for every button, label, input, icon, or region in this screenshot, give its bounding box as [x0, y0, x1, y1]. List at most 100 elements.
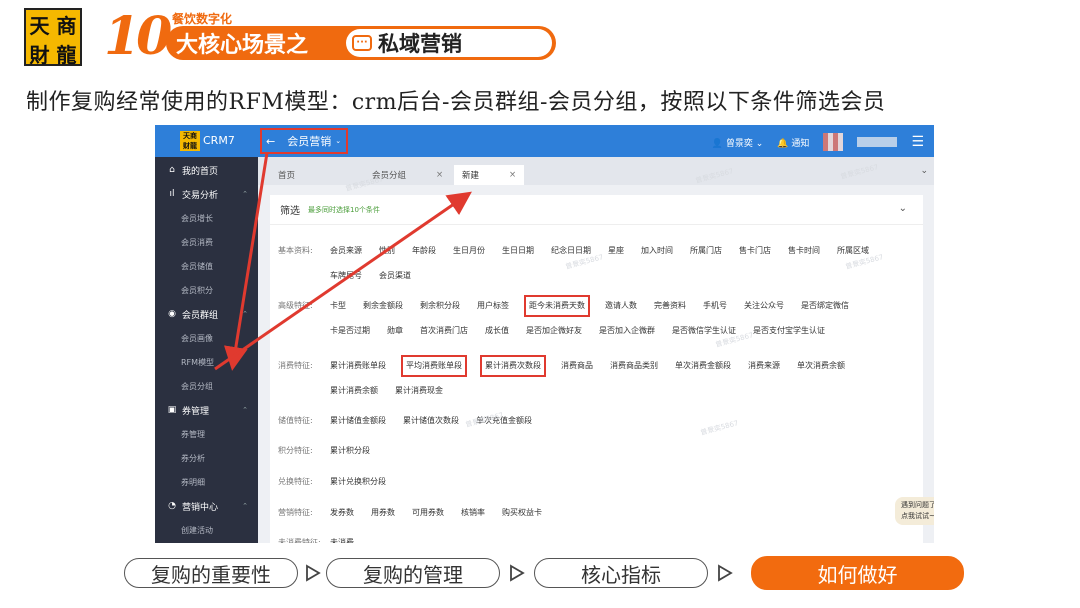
sidebar-item[interactable]: 会员分组 — [155, 374, 258, 398]
close-icon[interactable]: × — [509, 170, 516, 180]
sidebar-item[interactable]: 会员消费 — [155, 230, 258, 254]
filter-option[interactable]: 星座 — [608, 245, 624, 257]
filter-option[interactable]: 所属区域 — [837, 245, 869, 257]
filter-option[interactable]: 累计储值次数段 — [403, 415, 459, 427]
top-nav-member-marketing[interactable]: ← 会员营销 ⌄ — [260, 128, 348, 154]
chevron-down-icon[interactable]: ⌄ — [920, 166, 928, 176]
filter-option[interactable]: 消费商品 — [561, 360, 593, 372]
section-core-metrics[interactable]: 核心指标 — [534, 558, 708, 588]
filter-option[interactable]: 是否加企微好友 — [526, 325, 582, 337]
filter-option[interactable]: 关注公众号 — [744, 300, 784, 312]
filter-option[interactable]: 距今未消费天数 — [524, 295, 590, 317]
filter-option[interactable]: 所属门店 — [690, 245, 722, 257]
filter-option[interactable]: 累计储值金额段 — [330, 415, 386, 427]
filter-option[interactable]: 是否绑定微信 — [801, 300, 849, 312]
avatar[interactable] — [823, 133, 844, 151]
user-menu[interactable]: 👤 曾景奕 ⌄ — [712, 136, 764, 149]
filter-option[interactable]: 剩余金额段 — [363, 300, 403, 312]
menu-icon[interactable]: ☰ — [911, 134, 924, 150]
filter-option[interactable]: 手机号 — [703, 300, 727, 312]
filter-option[interactable]: 未消费 — [330, 537, 354, 543]
filter-option[interactable]: 首次消费门店 — [420, 325, 468, 337]
filter-option[interactable]: 可用券数 — [412, 507, 444, 519]
sidebar-item[interactable]: 券分析 — [155, 446, 258, 470]
filter-option[interactable]: 会员来源 — [330, 245, 362, 257]
filter-option[interactable]: 累计积分段 — [330, 445, 370, 457]
filter-option[interactable]: 完善资料 — [654, 300, 686, 312]
filter-option[interactable]: 是否加入企微群 — [599, 325, 655, 337]
filter-option[interactable]: 累计消费余额 — [330, 385, 378, 397]
sidebar-item[interactable]: 券明细 — [155, 470, 258, 494]
filter-option[interactable]: 纪念日日期 — [551, 245, 591, 257]
filter-option[interactable]: 单次消费金额段 — [675, 360, 731, 372]
filter-group-label: 积分特征: — [278, 446, 313, 455]
filter-option[interactable]: 勋章 — [387, 325, 403, 337]
filter-option[interactable]: 卡型 — [330, 300, 346, 312]
filter-option[interactable]: 性别 — [379, 245, 395, 257]
filter-option[interactable]: 单次消费余额 — [797, 360, 845, 372]
sidebar-item[interactable]: 会员积分 — [155, 278, 258, 302]
filter-option[interactable]: 核销率 — [461, 507, 485, 519]
play-arrow-icon — [306, 564, 321, 582]
filter-option[interactable]: 售卡门店 — [739, 245, 771, 257]
filter-option[interactable]: 是否支付宝学生认证 — [753, 325, 825, 337]
filter-option[interactable]: 年龄段 — [412, 245, 436, 257]
section-how-to[interactable]: 如何做好 — [751, 556, 964, 590]
sidebar-item[interactable]: ▣ 券管理 ⌃ — [155, 398, 258, 422]
filter-option[interactable]: 剩余积分段 — [420, 300, 460, 312]
sidebar-item[interactable]: ◔ 营销中心 ⌃ — [155, 494, 258, 518]
filter-option[interactable]: 消费商品类别 — [610, 360, 658, 372]
filter-option[interactable]: 累计消费账单段 — [330, 360, 386, 372]
tab-home[interactable]: 首页 — [270, 165, 303, 185]
filter-option[interactable]: 生日月份 — [453, 245, 485, 257]
sidebar-item[interactable]: 券管理 — [155, 422, 258, 446]
close-icon[interactable]: × — [436, 170, 443, 180]
back-arrow-icon[interactable]: ← — [266, 135, 275, 148]
sidebar-item[interactable]: ◉ 会员群组 ⌃ — [155, 302, 258, 326]
sidebar-item[interactable]: 会员画像 — [155, 326, 258, 350]
tab-new[interactable]: 新建 × — [454, 165, 525, 185]
top-right-tools: 👤 曾景奕 ⌄ 🔔 通知 ☰ — [712, 133, 924, 151]
filter-option[interactable]: 购买权益卡 — [502, 507, 542, 519]
sidebar-item-label: 会员分组 — [181, 381, 213, 391]
filter-option[interactable]: 累计消费次数段 — [480, 355, 546, 377]
sidebar-item-label: RFM模型 — [181, 357, 215, 367]
filter-option[interactable]: 累计兑换积分段 — [330, 476, 386, 488]
filter-option[interactable]: 生日日期 — [502, 245, 534, 257]
banner-number: 10 — [104, 6, 172, 67]
filter-option[interactable]: 售卡时间 — [788, 245, 820, 257]
chevron-down-icon[interactable]: ⌄ — [899, 203, 907, 214]
filter-option[interactable]: 是否微信学生认证 — [672, 325, 736, 337]
tab-member-group[interactable]: 会员分组 × — [364, 165, 451, 185]
filter-option[interactable]: 卡是否过期 — [330, 325, 370, 337]
filter-option[interactable]: 会员渠道 — [379, 270, 411, 282]
sidebar-item[interactable]: 会员储值 — [155, 254, 258, 278]
sidebar-item[interactable]: ⌂ 我的首页 — [155, 158, 258, 182]
filter-option[interactable]: 消费来源 — [748, 360, 780, 372]
section-management[interactable]: 复购的管理 — [326, 558, 500, 588]
filter-option[interactable]: 邀请人数 — [605, 300, 637, 312]
filter-option[interactable]: 加入时间 — [641, 245, 673, 257]
section-importance[interactable]: 复购的重要性 — [124, 558, 298, 588]
sidebar-item[interactable]: ıl 交易分析 ⌃ — [155, 182, 258, 206]
filter-option[interactable]: 单次充值金额段 — [476, 415, 532, 427]
sidebar-item[interactable]: RFM模型 — [155, 350, 258, 374]
filter-option[interactable]: 车牌尾号 — [330, 270, 362, 282]
filter-header[interactable]: 筛选 最多同时选择10个条件 ⌄ — [270, 195, 923, 225]
help-widget[interactable]: 遇到问题了? 点我试试~ — [895, 487, 934, 529]
filter-option[interactable]: 累计消费现金 — [395, 385, 443, 397]
filter-option[interactable]: 成长值 — [485, 325, 509, 337]
sidebar-item[interactable]: 会员增长 — [155, 206, 258, 230]
filter-option[interactable]: 用券数 — [371, 507, 395, 519]
notify-button[interactable]: 🔔 通知 — [777, 136, 809, 149]
filter-option[interactable]: 发券数 — [330, 507, 354, 519]
sidebar-item[interactable]: 创建活动 — [155, 518, 258, 542]
filter-option[interactable]: 用户标签 — [477, 300, 509, 312]
chevron-up-icon: ⌃ — [242, 190, 248, 198]
bottom-section-nav: 复购的重要性 复购的管理 核心指标 如何做好 — [124, 556, 964, 592]
chat-bubble-icon — [352, 35, 372, 51]
crm-screenshot: 天商财龍 CRM7 ← 会员营销 ⌄ 👤 曾景奕 ⌄ 🔔 通知 ☰ ⌂ 我的首页 ı… — [155, 125, 934, 543]
section-label: 如何做好 — [817, 562, 898, 587]
filter-option[interactable]: 平均消费账单段 — [401, 355, 467, 377]
help-bubble[interactable]: 遇到问题了? 点我试试~ — [895, 497, 934, 525]
